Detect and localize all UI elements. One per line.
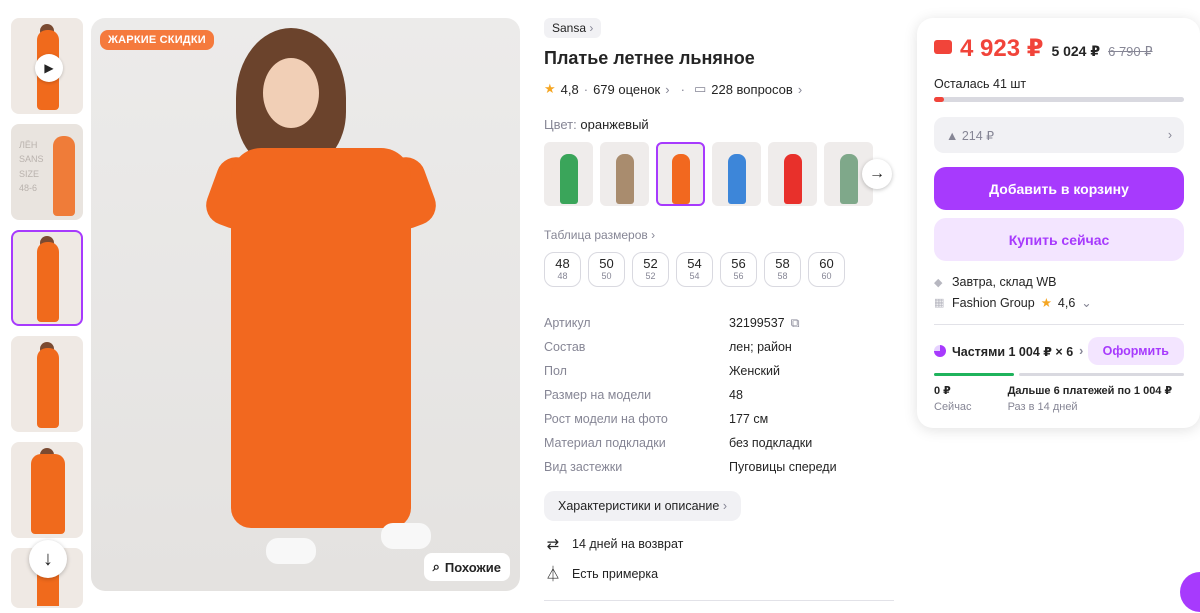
size-option[interactable]: 48 48 bbox=[544, 252, 581, 287]
old-price: 6 790 ₽ bbox=[1108, 44, 1153, 59]
pie-icon bbox=[934, 345, 946, 357]
box-icon: ◆ bbox=[934, 276, 943, 289]
swatch-orange-selected[interactable] bbox=[656, 142, 705, 206]
chevron-right-icon: › bbox=[722, 499, 728, 513]
spec-row: Вид застежки Пуговицы спереди bbox=[544, 460, 837, 474]
chevron-right-icon: › bbox=[1167, 128, 1172, 142]
size-option[interactable]: 58 58 bbox=[764, 252, 801, 287]
arrow-right-icon[interactable]: → bbox=[862, 159, 892, 189]
swatch-blue[interactable] bbox=[712, 142, 761, 206]
seller-info[interactable]: ▦ Fashion Group ★ 4,6 ⌄ bbox=[934, 295, 1184, 311]
size-option[interactable]: 52 52 bbox=[632, 252, 669, 287]
spec-row: Состав лен; район bbox=[544, 340, 792, 354]
rating-row: ★ 4,8 · 679 оценок › · ▭ 228 вопросов › bbox=[544, 81, 803, 97]
specs-table: Артикул 32199537 ⧉ Состав лен; район Пол Жен… bbox=[544, 311, 894, 479]
spec-row: Размер на модели 48 bbox=[544, 388, 743, 402]
chevron-right-icon: › bbox=[651, 228, 656, 242]
chevron-down-icon: ⌄ bbox=[1081, 296, 1092, 310]
store-icon: ▦ bbox=[934, 297, 945, 309]
size-option[interactable]: 54 54 bbox=[676, 252, 713, 287]
spec-row: Артикул 32199537 ⧉ bbox=[544, 315, 800, 331]
scroll-down-arrow-icon[interactable]: ↓ bbox=[29, 540, 67, 578]
divider bbox=[544, 600, 894, 601]
installments-link[interactable]: Частями 1 004 ₽ × 6 › bbox=[934, 344, 1083, 359]
star-icon: ★ bbox=[1040, 296, 1052, 310]
chevron-right-icon: › bbox=[665, 81, 670, 97]
spec-row: Материал подкладки без подкладки bbox=[544, 436, 813, 450]
installment-bars bbox=[934, 373, 1184, 376]
rating-value: 4,8 bbox=[560, 81, 579, 97]
buy-card: 4 923 ₽ 5 024 ₽ 6 790 ₽ Осталась 41 шт ▲… bbox=[917, 18, 1200, 428]
installment-schedule: 0 ₽ Сейчас Дальше 6 платежей по 1 004 ₽ Ра… bbox=[934, 385, 1173, 413]
wallet-icon bbox=[934, 40, 952, 54]
thumbnail-video[interactable]: ▶ bbox=[11, 18, 83, 114]
similar-button[interactable]: ⌕ Похожие bbox=[423, 553, 510, 581]
thumbnail-promo[interactable]: ЛЁН SANS SIZE 48-6 bbox=[11, 124, 83, 220]
stock-bar bbox=[934, 97, 1184, 102]
product-title: Платье летнее льняное bbox=[544, 48, 755, 68]
order-installments-button[interactable]: Оформить bbox=[1087, 337, 1184, 365]
delivery-info: ◆ Завтра, склад WB bbox=[934, 275, 1057, 289]
color-swatches: → bbox=[544, 142, 894, 206]
thumbnail-photo-selected[interactable] bbox=[11, 230, 83, 326]
questions-link[interactable]: 228 вопросов bbox=[711, 82, 793, 97]
size-table-link[interactable]: Таблица размеров › bbox=[544, 228, 894, 242]
chat-button[interactable] bbox=[1180, 572, 1200, 612]
star-icon: ★ bbox=[544, 81, 556, 96]
return-arrows-icon: ⇄ bbox=[546, 536, 560, 553]
size-selector: 48 48 50 50 52 52 54 54 56 56 58 58 60 60 bbox=[544, 252, 894, 287]
thumbnail-photo[interactable] bbox=[11, 442, 83, 538]
reviews-link[interactable]: 679 оценок bbox=[593, 82, 660, 97]
dress-illustration bbox=[231, 148, 411, 528]
product-info: Sansa › Платье летнее льняное ★ 4,8 · 67… bbox=[544, 18, 894, 601]
copy-icon[interactable]: ⧉ bbox=[791, 316, 800, 331]
stock-left: Осталась 41 шт bbox=[934, 77, 1027, 91]
thumbnail-strip: ▶ ЛЁН SANS SIZE 48-6 bbox=[11, 18, 85, 613]
spec-row: Рост модели на фото 177 см bbox=[544, 412, 769, 426]
price-history-row[interactable]: ▲ 214 ₽ › bbox=[934, 117, 1184, 153]
question-icon: ▭ bbox=[693, 81, 707, 96]
chevron-right-icon: › bbox=[797, 81, 803, 97]
play-icon[interactable]: ▶ bbox=[35, 54, 63, 82]
add-to-cart-button[interactable]: Добавить в корзину bbox=[934, 167, 1184, 210]
color-label: Цвет: оранжевый bbox=[544, 117, 649, 132]
swatch-green[interactable] bbox=[544, 142, 593, 206]
main-product-photo[interactable]: ЖАРКИЕ СКИДКИ ⌕ Похожие bbox=[91, 18, 520, 591]
spec-row: Пол Женский bbox=[544, 364, 780, 378]
search-image-icon: ⌕ bbox=[432, 559, 440, 574]
wallet-price: 4 923 ₽ bbox=[960, 35, 1044, 62]
chevron-right-icon: › bbox=[589, 21, 594, 35]
price-row: 4 923 ₽ 5 024 ₽ 6 790 ₽ bbox=[934, 34, 1184, 63]
swatch-red[interactable] bbox=[768, 142, 817, 206]
fitting-info: ⏃ Есть примерка bbox=[544, 563, 894, 584]
buy-now-button[interactable]: Купить сейчас bbox=[934, 218, 1184, 261]
thumbnail-photo[interactable] bbox=[11, 336, 83, 432]
regular-price: 5 024 ₽ bbox=[1051, 43, 1101, 59]
return-policy: ⇄ 14 дней на возврат bbox=[544, 535, 894, 553]
hot-sale-badge: ЖАРКИЕ СКИДКИ bbox=[100, 30, 214, 50]
brand-link[interactable]: Sansa › bbox=[544, 18, 602, 38]
divider bbox=[934, 324, 1184, 325]
size-option[interactable]: 56 56 bbox=[720, 252, 757, 287]
promo-text: ЛЁН SANS SIZE 48-6 bbox=[19, 140, 44, 194]
swatch-beige[interactable] bbox=[600, 142, 649, 206]
hanger-icon: ⏃ bbox=[545, 566, 561, 583]
size-option[interactable]: 50 50 bbox=[588, 252, 625, 287]
chevron-right-icon: › bbox=[1079, 344, 1084, 358]
size-option[interactable]: 60 60 bbox=[808, 252, 845, 287]
installments-row: Частями 1 004 ₽ × 6 › Оформить bbox=[934, 337, 1184, 365]
characteristics-button[interactable]: Характеристики и описание › bbox=[544, 491, 742, 521]
